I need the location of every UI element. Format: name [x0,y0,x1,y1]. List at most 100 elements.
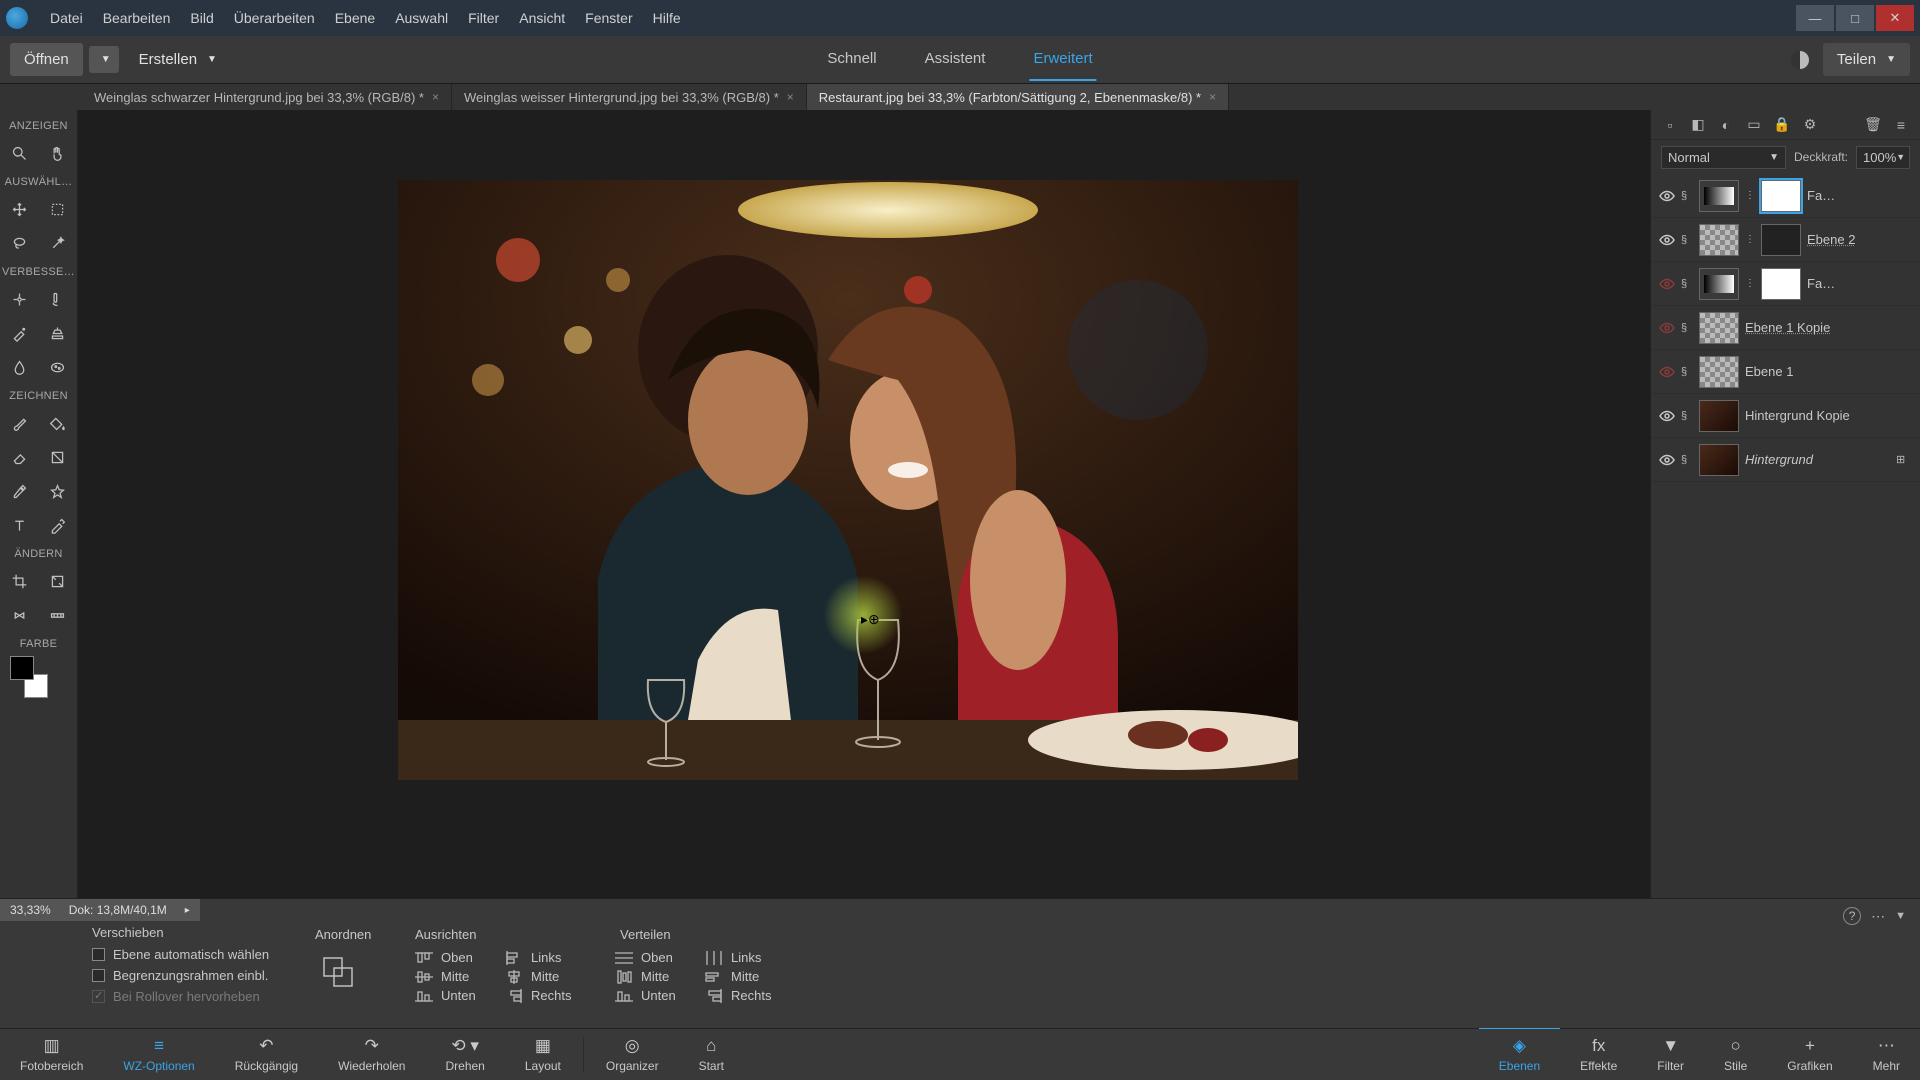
align-left[interactable]: Links [505,950,571,965]
menu-überarbeiten[interactable]: Überarbeiten [224,4,325,32]
layer-group-icon[interactable]: ◧ [1689,116,1707,134]
blend-mode-select[interactable]: Normal▼ [1661,146,1786,169]
menu-bearbeiten[interactable]: Bearbeiten [93,4,181,32]
layer-name[interactable]: Hintergrund [1745,452,1890,467]
brush-tool[interactable] [0,406,38,440]
window-close-button[interactable]: ✕ [1876,5,1914,31]
layer-link-icon[interactable]: § [1681,410,1693,422]
mode-tab-erweitert[interactable]: Erweitert [1029,38,1096,81]
menu-ansicht[interactable]: Ansicht [509,4,575,32]
menu-hilfe[interactable]: Hilfe [643,4,691,32]
blur-tool[interactable] [0,350,38,384]
layer-name[interactable]: Ebene 1 Kopie [1745,320,1912,335]
layer-link-icon[interactable]: § [1681,366,1693,378]
bottombar-start[interactable]: ⌂Start [679,1029,744,1080]
close-tab-icon[interactable]: × [1209,90,1216,104]
layer-row[interactable]: §⋮Fa… [1651,262,1920,306]
document-tab[interactable]: Restaurant.jpg bei 33,3% (Farbton/Sättig… [807,84,1229,110]
shape-tool[interactable] [38,474,76,508]
recompose-tool[interactable] [38,564,76,598]
layer-link-icon[interactable]: § [1681,278,1693,290]
spot-heal-tool[interactable] [38,282,76,316]
layer-link-icon[interactable]: § [1681,190,1693,202]
smart-brush-tool[interactable] [0,316,38,350]
layer-mask-thumbnail[interactable] [1761,180,1801,212]
window-minimize-button[interactable]: — [1796,5,1834,31]
layer-visibility-icon[interactable] [1659,232,1675,248]
panel-options-icon[interactable]: ⋯ [1871,908,1885,925]
theme-toggle-icon[interactable] [1791,51,1809,69]
marquee-tool[interactable] [38,192,76,226]
menu-filter[interactable]: Filter [458,4,509,32]
create-button[interactable]: Erstellen▼ [125,43,231,76]
menu-datei[interactable]: Datei [40,4,93,32]
adjustment-layer-icon[interactable]: ◐ [1717,116,1735,134]
layer-row[interactable]: §⋮Ebene 2 [1651,218,1920,262]
eraser-tool[interactable] [0,440,38,474]
layer-row[interactable]: § Ebene 1 Kopie [1651,306,1920,350]
redeye-tool[interactable] [0,282,38,316]
menu-ebene[interactable]: Ebene [325,4,385,32]
move-tool[interactable] [0,192,38,226]
layer-name[interactable]: Hintergrund Kopie [1745,408,1912,423]
align-middle[interactable]: Mitte [415,969,476,984]
foreground-color-swatch[interactable] [10,656,34,680]
layer-mask-thumbnail[interactable] [1761,224,1801,256]
align-bottom[interactable]: Unten [415,988,476,1003]
help-icon[interactable]: ? [1843,907,1861,925]
layer-thumbnail[interactable] [1699,312,1739,344]
bottombar-wiederholen[interactable]: ↷Wiederholen [318,1029,425,1080]
document-tab[interactable]: Weinglas schwarzer Hintergrund.jpg bei 3… [82,84,452,110]
text-tool[interactable] [0,508,38,542]
delete-layer-icon[interactable]: 🗑 [1864,116,1882,134]
auto-select-layer-checkbox[interactable]: Ebene automatisch wählen [92,947,269,962]
layer-visibility-icon[interactable] [1659,408,1675,424]
bottombar-wzoptionen[interactable]: ≡WZ-Optionen [103,1029,214,1080]
bottombar-filter[interactable]: ▼Filter [1637,1029,1704,1080]
close-tab-icon[interactable]: × [787,90,794,104]
hand-tool[interactable] [38,136,76,170]
distribute-middle[interactable]: Mitte [615,969,676,984]
lasso-tool[interactable] [0,226,38,260]
bottombar-layout[interactable]: ▦Layout [505,1029,581,1080]
zoom-tool[interactable] [0,136,38,170]
crop-tool[interactable] [0,564,38,598]
bottombar-rckgngig[interactable]: ↶Rückgängig [215,1029,318,1080]
layer-thumbnail[interactable] [1699,224,1739,256]
layer-visibility-icon[interactable] [1659,276,1675,292]
layer-visibility-icon[interactable] [1659,452,1675,468]
straighten-tool[interactable] [38,598,76,632]
layer-row[interactable]: §Hintergrund⊞ [1651,438,1920,482]
layer-visibility-icon[interactable] [1659,188,1675,204]
arrange-icon[interactable] [320,954,356,990]
mask-link-icon[interactable]: ⋮ [1745,234,1755,245]
distribute-top[interactable]: Oben [615,950,676,965]
bottombar-stile[interactable]: ○Stile [1704,1029,1767,1080]
menu-bild[interactable]: Bild [180,4,223,32]
align-top[interactable]: Oben [415,950,476,965]
document-tab[interactable]: Weinglas weisser Hintergrund.jpg bei 33,… [452,84,807,110]
magic-wand-tool[interactable] [38,226,76,260]
content-aware-move-tool[interactable] [0,598,38,632]
mask-link-icon[interactable]: ⋮ [1745,278,1755,289]
bottombar-drehen[interactable]: ⟲ ▾Drehen [425,1029,504,1080]
layer-thumbnail[interactable] [1699,444,1739,476]
mode-tab-schnell[interactable]: Schnell [823,38,880,81]
collapse-panel-icon[interactable]: ▼ [1895,910,1906,922]
mode-tab-assistent[interactable]: Assistent [921,38,990,81]
layer-fx-icon[interactable]: ⚙ [1801,116,1819,134]
bottombar-ebenen[interactable]: ◈Ebenen [1479,1026,1560,1080]
window-maximize-button[interactable]: □ [1836,5,1874,31]
show-bounding-box-checkbox[interactable]: Begrenzungsrahmen einbl. [92,968,269,983]
layer-mask-thumbnail[interactable] [1761,268,1801,300]
layer-thumbnail[interactable] [1699,400,1739,432]
color-swatch[interactable] [10,656,52,698]
distribute-left[interactable]: Links [705,950,771,965]
layer-link-icon[interactable]: § [1681,322,1693,334]
zoom-display[interactable]: 33,33% [10,903,51,917]
bottombar-mehr[interactable]: ⋯Mehr [1853,1029,1920,1080]
bottombar-fotobereich[interactable]: ▥Fotobereich [0,1029,103,1080]
layer-name[interactable]: Ebene 1 [1745,364,1912,379]
pencil-tool[interactable] [38,508,76,542]
eyedropper-tool[interactable] [0,474,38,508]
